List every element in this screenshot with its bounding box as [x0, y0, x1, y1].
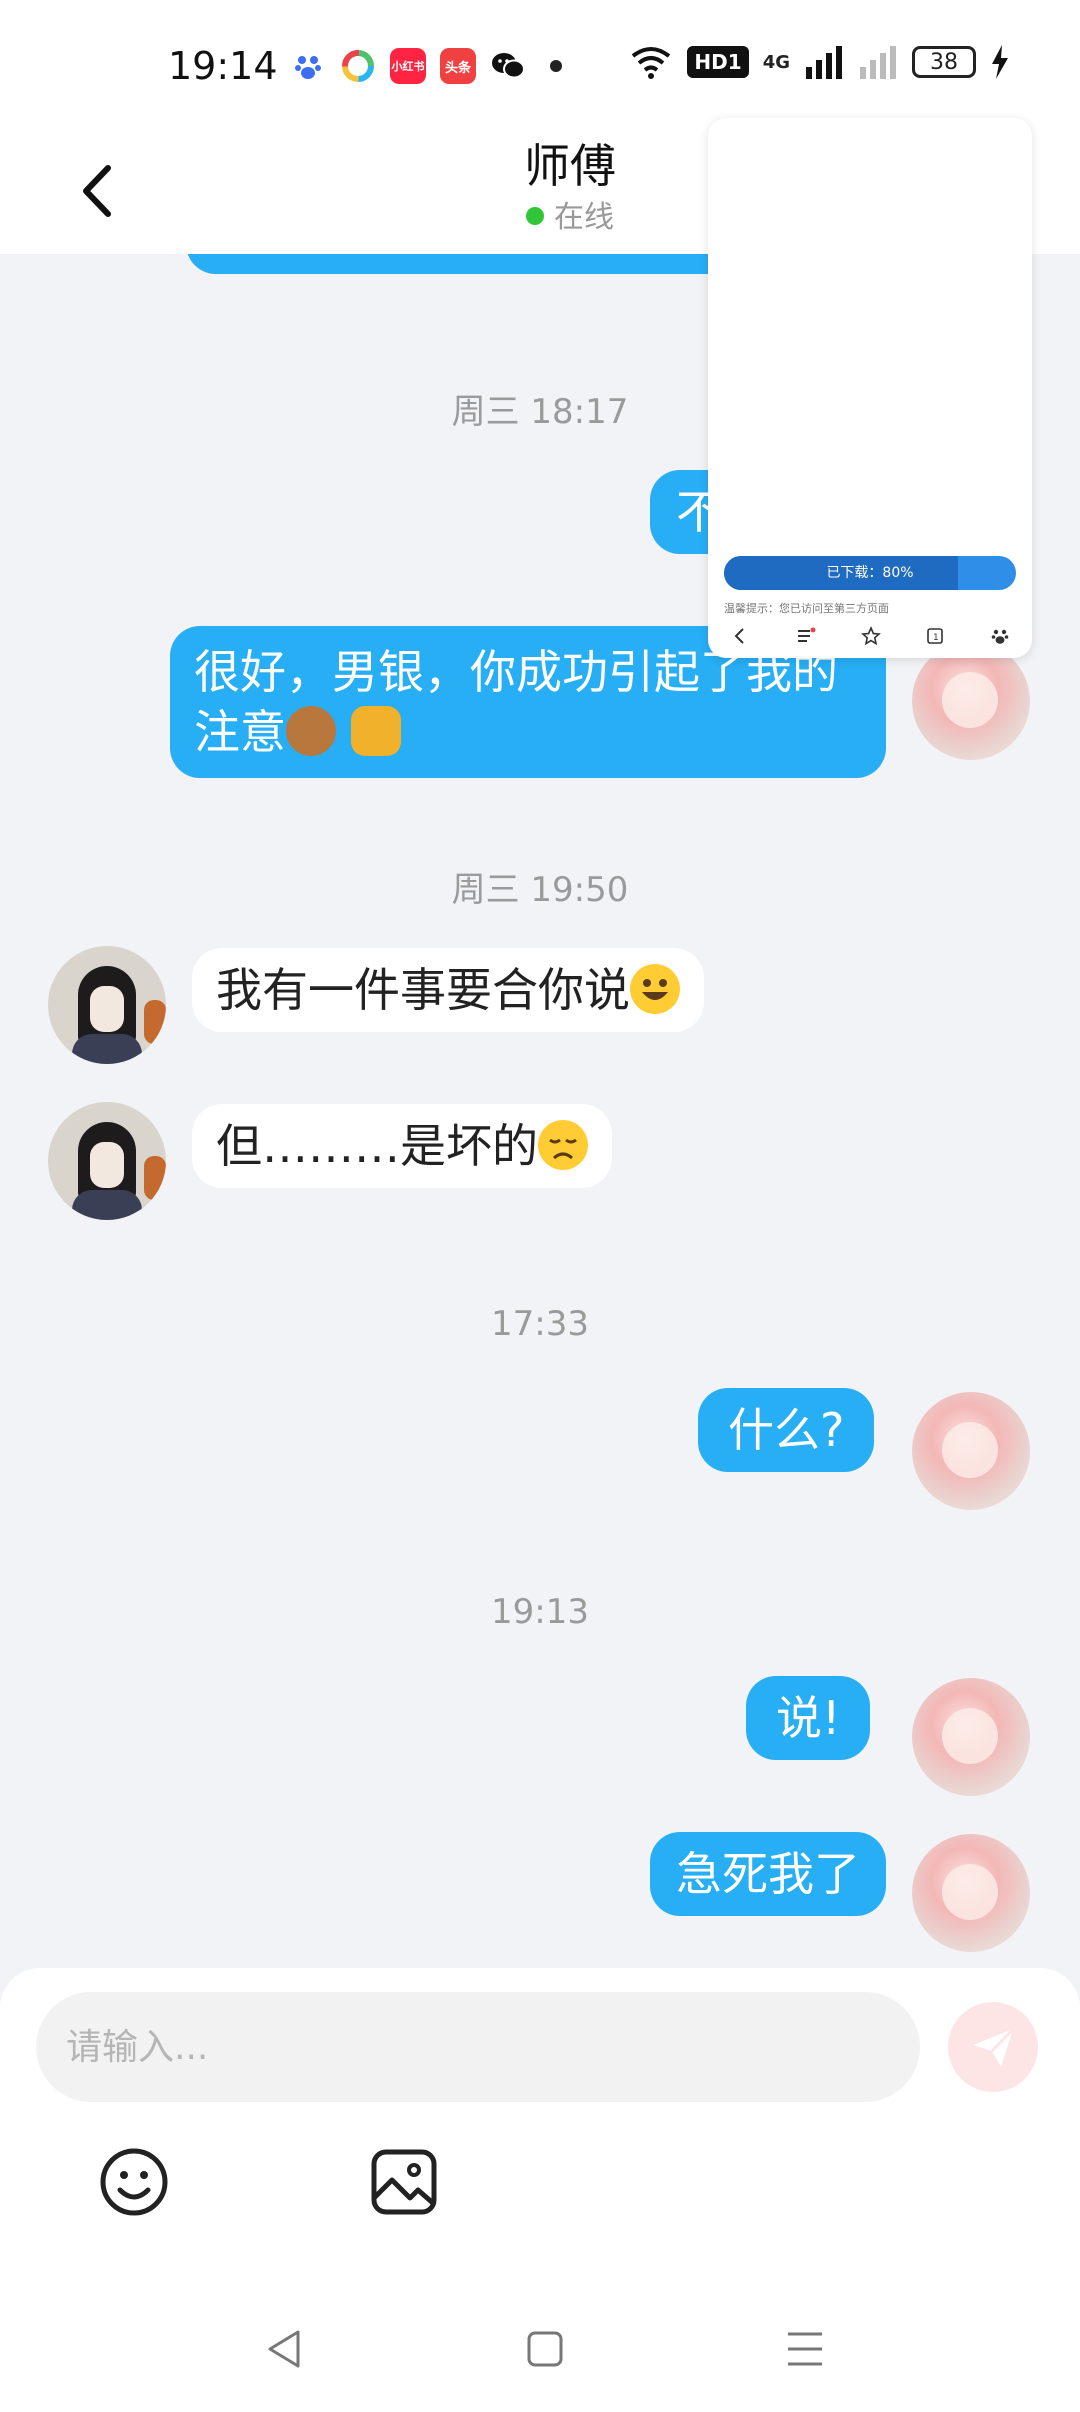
baidu-paw-icon[interactable] [990, 626, 1010, 646]
status-time: 19:14 [168, 44, 278, 88]
disappointed-emoji-icon [538, 1120, 588, 1170]
message-bubble-outgoing[interactable]: 什么? [698, 1388, 875, 1472]
my-avatar[interactable] [912, 1834, 1030, 1952]
status-indicators: HD1 4G 38 [629, 44, 1010, 80]
battery-level: 38 [930, 49, 958, 75]
message-text: 说! [776, 1691, 841, 1745]
online-status-label: 在线 [554, 200, 614, 235]
smiley-icon [100, 2148, 168, 2216]
online-dot-icon [526, 207, 544, 225]
image-button[interactable] [368, 2146, 440, 2218]
tabs-icon[interactable]: 1 [925, 626, 945, 646]
message-text: 什么? [728, 1403, 845, 1457]
charging-icon [992, 45, 1008, 79]
status-bar: 19:14 小红书 头条 HD1 4G 38 [0, 0, 1080, 130]
square-home-icon [527, 2331, 563, 2367]
message-bubble-outgoing[interactable]: 说! [746, 1676, 871, 1760]
fist-emoji-icon [350, 706, 401, 756]
message-input[interactable] [36, 1992, 920, 2102]
notification-dot-icon [550, 60, 562, 72]
my-avatar[interactable] [912, 642, 1030, 760]
wechat-icon [490, 48, 526, 84]
floating-mini-window[interactable]: 已下载：80% 温馨提示：您已访问至第三方页面 1 [708, 118, 1032, 658]
download-progress-label: 已下载：80% [826, 565, 914, 581]
my-avatar[interactable] [912, 1678, 1030, 1796]
message-bubble-outgoing[interactable]: 急死我了 [650, 1832, 886, 1916]
triangle-back-icon [268, 2330, 300, 2368]
timestamp: 17:33 [491, 1304, 589, 1344]
signal-icon [806, 46, 842, 79]
image-icon [371, 2149, 437, 2215]
back-icon[interactable] [730, 626, 750, 646]
wifi-icon [632, 47, 671, 79]
nav-back-button[interactable] [260, 2324, 310, 2374]
send-button[interactable] [948, 2002, 1038, 2092]
message-text: 急死我了 [676, 1847, 860, 1901]
status-app-icons: 小红书 头条 [290, 48, 562, 84]
contact-avatar[interactable] [48, 1102, 166, 1220]
mini-window-nav: 1 [708, 618, 1032, 654]
message-bubble-incoming[interactable]: 但………是坏的 [192, 1104, 612, 1188]
hd-voice-icon: HD1 [687, 46, 749, 78]
star-icon[interactable] [861, 626, 881, 646]
baidu-paw-icon [290, 48, 326, 84]
my-avatar[interactable] [912, 1392, 1030, 1510]
message-text: 我有一件事要合你说 [216, 963, 630, 1017]
menu-icon[interactable] [795, 626, 817, 646]
signal-weak-icon [860, 46, 896, 79]
message-text: 但………是坏的 [216, 1119, 538, 1173]
emoji-button[interactable] [98, 2146, 170, 2218]
mini-window-tip: 温馨提示：您已访问至第三方页面 [724, 602, 889, 615]
nav-recents-button[interactable] [780, 2324, 830, 2374]
monkey-emoji-icon [286, 706, 336, 756]
nav-home-button[interactable] [520, 2324, 570, 2374]
colorful-circle-app-icon [340, 48, 376, 84]
battery-icon: 38 [912, 46, 976, 78]
menu-lines-icon [788, 2332, 822, 2366]
system-nav-bar [0, 2300, 1080, 2412]
toutiao-icon: 头条 [440, 48, 476, 84]
network-type-label: 4G [762, 51, 790, 73]
grinning-emoji-icon [630, 964, 680, 1014]
contact-avatar[interactable] [48, 946, 166, 1064]
download-progress-bar[interactable]: 已下载：80% [724, 556, 1016, 590]
send-icon [973, 2027, 1015, 2067]
xiaohongshu-icon: 小红书 [390, 48, 426, 84]
timestamp: 19:13 [491, 1592, 589, 1632]
svg-text:1: 1 [933, 633, 939, 643]
timestamp: 周三 19:50 [451, 870, 629, 910]
message-bubble-incoming[interactable]: 我有一件事要合你说 [192, 948, 704, 1032]
